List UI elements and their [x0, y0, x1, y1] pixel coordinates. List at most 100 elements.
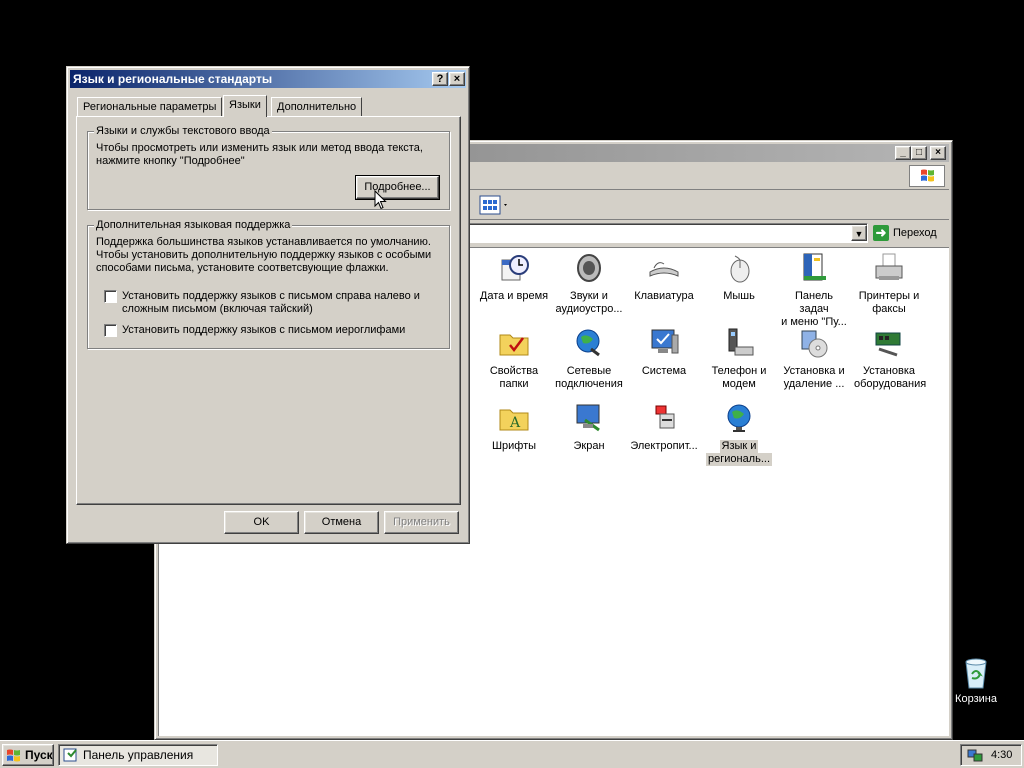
- cp-item-label: аудиоустро...: [555, 303, 623, 315]
- complex-script-checkbox[interactable]: [104, 290, 117, 303]
- regional-language-dialog[interactable]: Язык и региональные стандарты ? × Регион…: [66, 66, 470, 544]
- description-line: Поддержка большинства языков устанавлива…: [96, 236, 431, 248]
- apply-label: Применить: [393, 516, 450, 528]
- cp-item-label: папки: [499, 378, 529, 390]
- cp-item-label: Экран: [573, 440, 605, 452]
- cp-item-label: Язык и: [719, 440, 759, 453]
- cp-item-label: Дата и время: [479, 290, 549, 302]
- tab-panel-languages: Языки и службы текстового ввода Чтобы пр…: [76, 116, 461, 505]
- views-icon: [479, 195, 507, 215]
- recycle-bin[interactable]: Корзина: [950, 656, 1002, 705]
- cp-item-label: Клавиатура: [634, 290, 694, 302]
- group-description: Поддержка большинства языков устанавлива…: [96, 236, 431, 275]
- globe-icon: [723, 402, 755, 434]
- go-arrow-icon: ➜: [873, 225, 889, 241]
- cp-item-label: Телефон и: [711, 365, 767, 377]
- cancel-button[interactable]: Отмена: [304, 511, 379, 534]
- checkbox-label-line: сложным письмом (включая тайский): [122, 303, 313, 315]
- cp-item-folder-options[interactable]: Свойства папки: [477, 327, 551, 391]
- mouse-icon: [723, 252, 755, 284]
- tab-label: Языки: [229, 99, 261, 111]
- windows-logo-icon: [7, 749, 20, 762]
- cp-item-fonts[interactable]: A Шрифты: [477, 402, 551, 453]
- dialog-title: Язык и региональные стандарты: [73, 72, 273, 86]
- cp-item-label: региональ...: [705, 453, 773, 466]
- checkbox-label-line: Установить поддержку языков с письмом сп…: [122, 290, 420, 302]
- cp-item-display[interactable]: Экран: [552, 402, 626, 453]
- cp-item-label: факсы: [872, 303, 906, 315]
- hardware-icon: [873, 327, 905, 359]
- clock-calendar-icon: [498, 252, 530, 284]
- details-button[interactable]: Подробнее...: [355, 175, 440, 200]
- help-button[interactable]: ?: [432, 72, 448, 86]
- system-tray: 4:30: [960, 744, 1022, 766]
- start-button[interactable]: Пуск: [2, 744, 54, 766]
- group-legend: Дополнительная языковая поддержка: [94, 219, 293, 231]
- minimize-button[interactable]: _: [895, 146, 911, 160]
- checkbox-label: Установить поддержку языков с письмом ие…: [122, 324, 406, 336]
- go-button[interactable]: ➜ Переход: [873, 223, 951, 243]
- recycle-bin-icon: [965, 658, 987, 689]
- east-asian-checkbox-row[interactable]: Установить поддержку языков с письмом ие…: [104, 324, 405, 337]
- cp-item-mouse[interactable]: Мышь: [702, 252, 776, 303]
- complex-script-checkbox-row[interactable]: Установить поддержку языков с письмом сп…: [104, 290, 420, 316]
- task-label: Панель управления: [83, 748, 194, 762]
- cp-item-phone-modem[interactable]: Телефон и модем: [702, 327, 776, 391]
- supplemental-language-group: Дополнительная языковая поддержка Поддер…: [87, 219, 450, 349]
- ok-button[interactable]: OK: [224, 511, 299, 534]
- taskbar: Пуск Панель управления 4:30: [0, 740, 1024, 768]
- description-line: нажмите кнопку "Подробнее": [96, 155, 245, 167]
- cp-item-label: Принтеры и: [858, 290, 920, 302]
- address-dropdown-button[interactable]: ▼: [851, 225, 867, 241]
- tab-languages[interactable]: Языки: [223, 95, 267, 117]
- apply-button[interactable]: Применить: [384, 511, 459, 534]
- cp-item-sounds[interactable]: Звуки и аудиоустро...: [552, 252, 626, 316]
- cp-item-system[interactable]: Система: [627, 327, 701, 378]
- cp-item-label: Мышь: [723, 290, 755, 302]
- cp-item-keyboard[interactable]: Клавиатура: [627, 252, 701, 303]
- tab-regional-options[interactable]: Региональные параметры: [77, 97, 223, 116]
- printer-icon: [873, 252, 905, 284]
- start-label: Пуск: [25, 748, 53, 762]
- dialog-titlebar[interactable]: Язык и региональные стандарты ? ×: [70, 70, 466, 88]
- tab-advanced[interactable]: Дополнительно: [271, 97, 363, 116]
- cp-item-network[interactable]: Сетевые подключения: [552, 327, 626, 391]
- cp-item-label: модем: [722, 378, 756, 390]
- ok-label: OK: [253, 516, 270, 528]
- text-services-group: Языки и службы текстового ввода Чтобы пр…: [87, 125, 450, 210]
- control-panel-icon: [63, 748, 77, 762]
- tab-label: Региональные параметры: [83, 101, 217, 113]
- phone-modem-icon: [723, 327, 755, 359]
- cp-item-taskbar[interactable]: Панель задач и меню "Пу...: [777, 252, 851, 329]
- cp-item-add-remove[interactable]: Установка и удаление ...: [777, 327, 851, 391]
- group-legend: Языки и службы текстового ввода: [94, 125, 272, 137]
- tab-label: Дополнительно: [277, 101, 357, 113]
- svg-text:A: A: [509, 415, 521, 431]
- taskbar-control-panel-button[interactable]: Панель управления: [58, 744, 218, 766]
- maximize-button[interactable]: □: [911, 146, 927, 160]
- system-icon: [648, 327, 680, 359]
- cp-item-printers[interactable]: Принтеры и факсы: [852, 252, 926, 316]
- checkbox-label: Установить поддержку языков с письмом сп…: [122, 290, 420, 316]
- close-button[interactable]: ×: [930, 146, 946, 160]
- clock[interactable]: 4:30: [991, 749, 1012, 761]
- close-button[interactable]: ×: [449, 72, 465, 86]
- add-remove-icon: [798, 327, 830, 359]
- cp-item-label: Панель задач: [794, 290, 833, 315]
- cp-item-label: подключения: [555, 378, 623, 390]
- windows-logo-icon: [909, 165, 945, 187]
- cp-item-hardware[interactable]: Установка оборудования: [852, 327, 926, 391]
- cp-item-label: Шрифты: [491, 440, 537, 452]
- views-button[interactable]: [478, 194, 512, 216]
- east-asian-checkbox[interactable]: [104, 324, 117, 337]
- speaker-icon: [573, 252, 605, 284]
- keyboard-icon: [648, 252, 680, 284]
- cp-item-label: Электропит...: [630, 440, 698, 452]
- cp-item-label: Сетевые: [566, 365, 612, 377]
- cp-item-date-time[interactable]: Дата и время: [477, 252, 551, 303]
- go-label: Переход: [893, 227, 937, 239]
- network-icon: [573, 327, 605, 359]
- cp-item-power[interactable]: Электропит...: [627, 402, 701, 453]
- network-tray-icon[interactable]: [967, 747, 983, 763]
- cp-item-regional[interactable]: Язык и региональ...: [702, 402, 776, 466]
